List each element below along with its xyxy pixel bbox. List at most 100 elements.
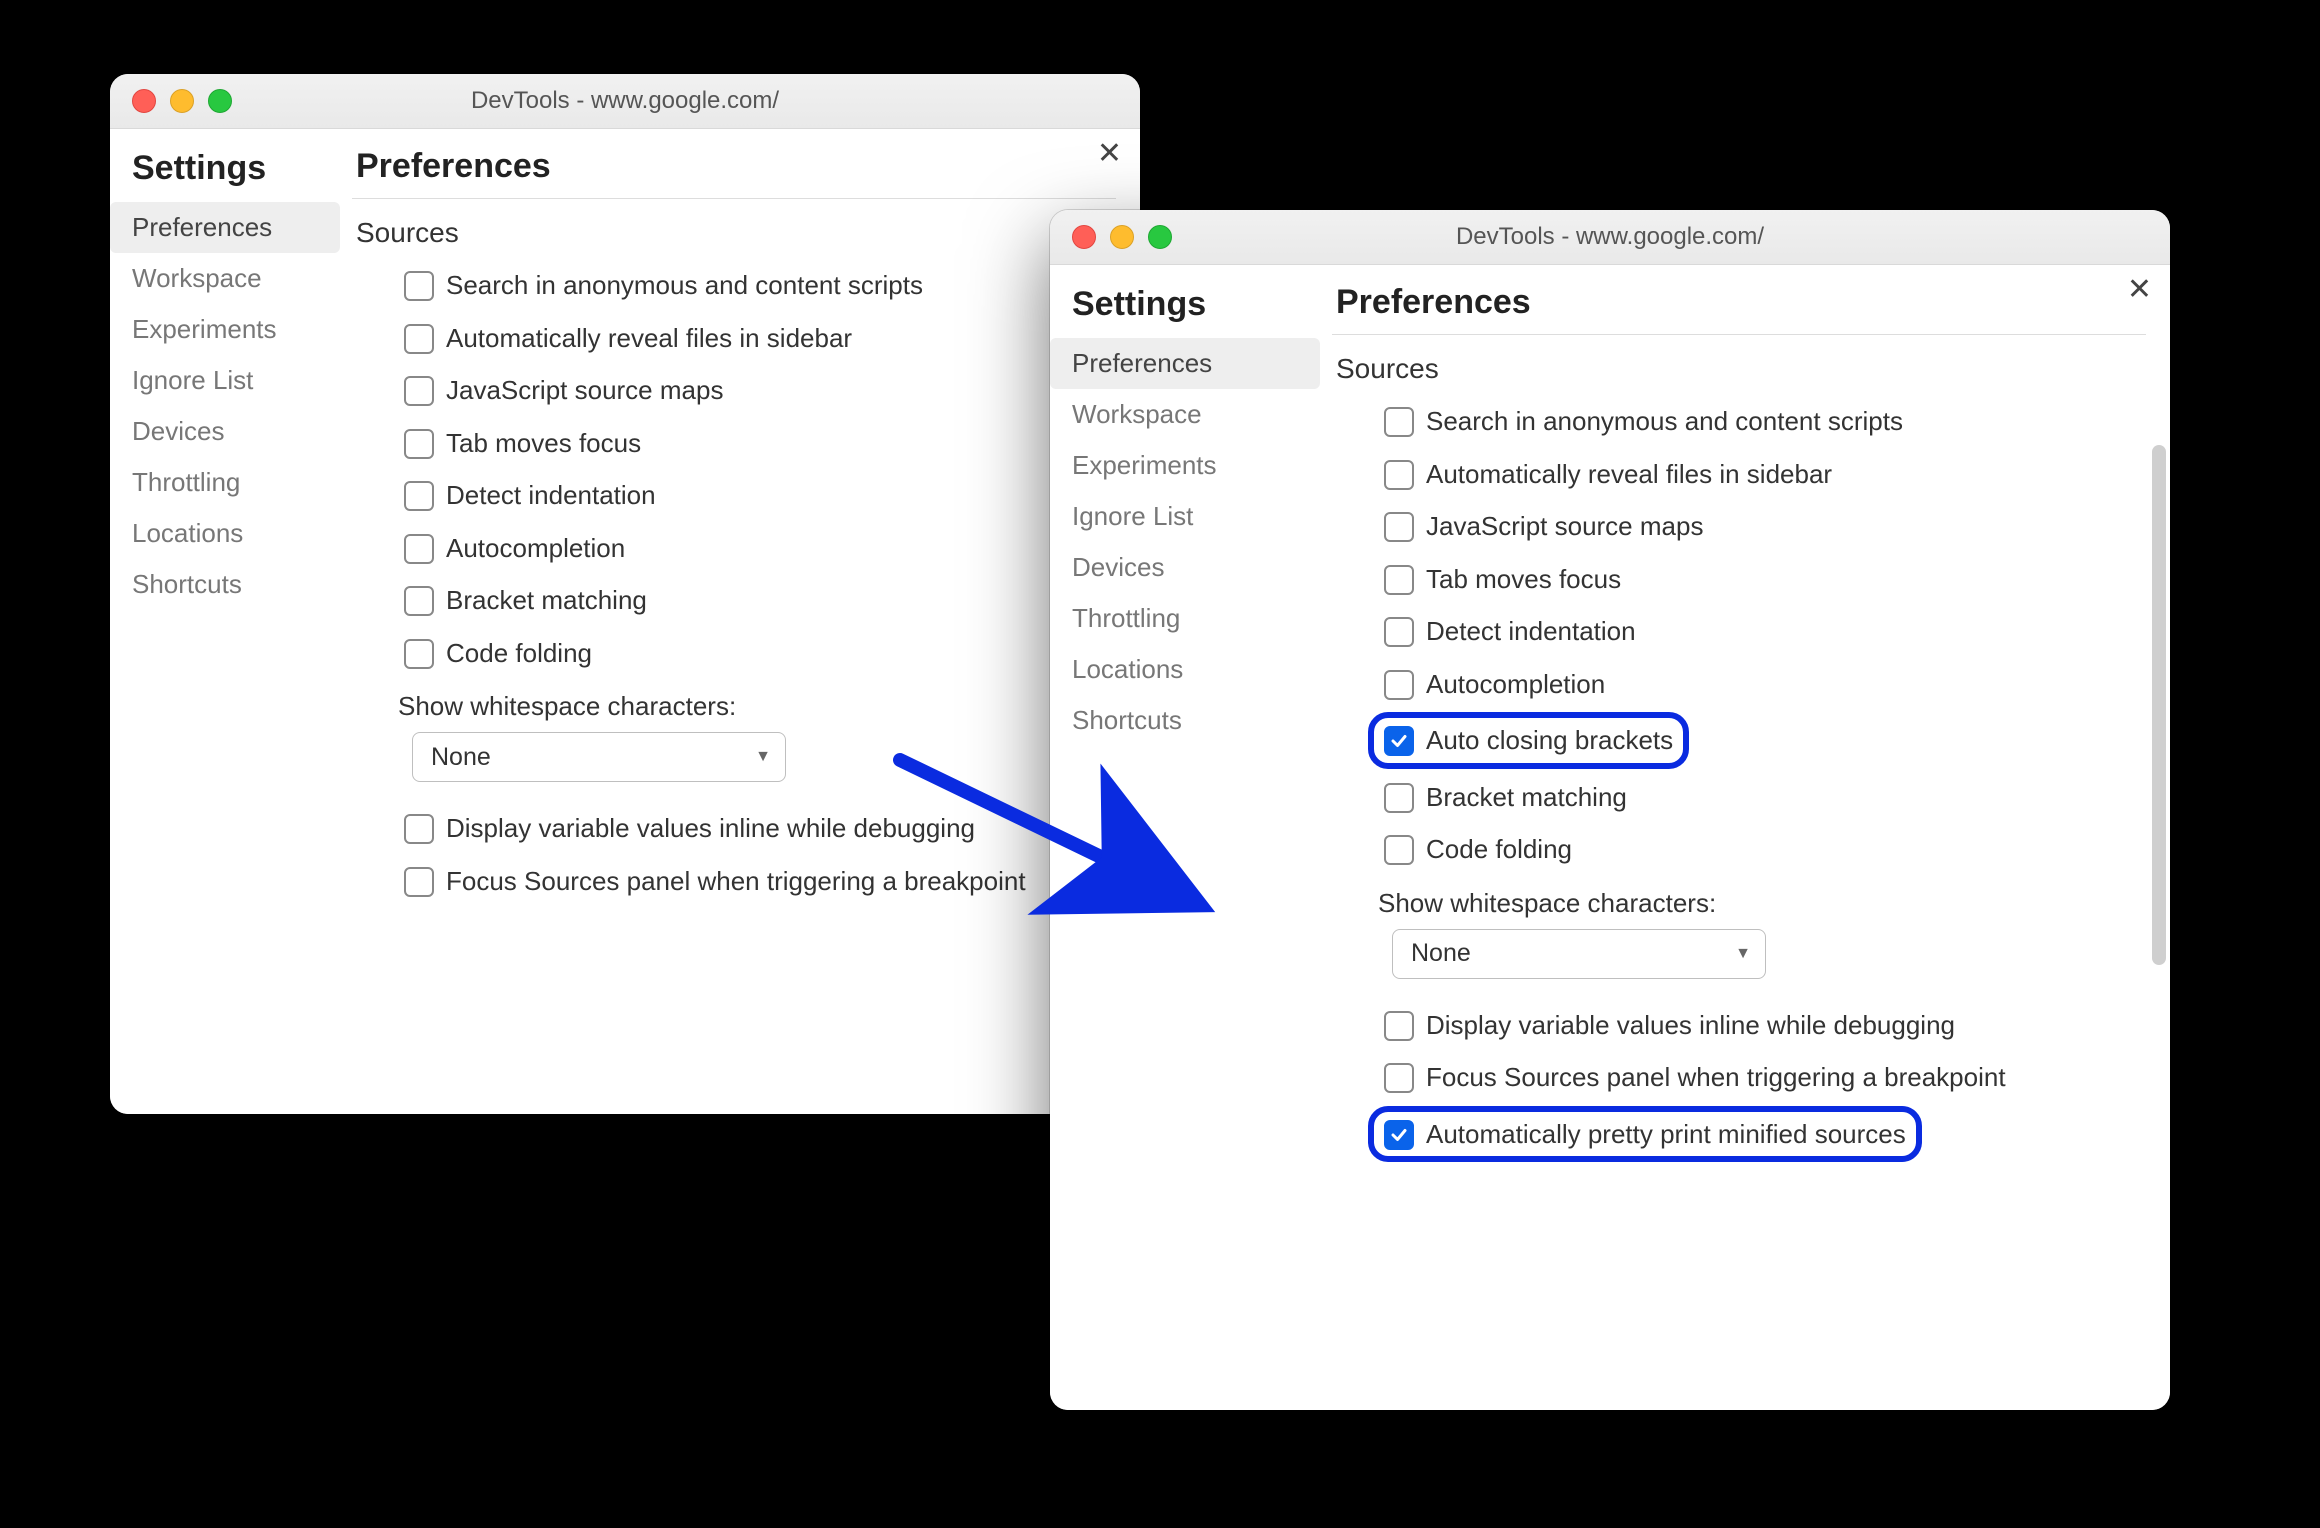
checkbox[interactable] (1384, 1011, 1414, 1041)
checkbox[interactable] (1384, 565, 1414, 595)
checkbox[interactable] (404, 867, 434, 897)
sidebar-item-locations[interactable]: Locations (110, 508, 340, 559)
checkbox-label: JavaScript source maps (1426, 510, 1703, 543)
close-icon[interactable] (132, 89, 156, 113)
checkbox-option[interactable]: Bracket matching (398, 574, 1116, 627)
close-icon[interactable] (1072, 225, 1096, 249)
chevron-down-icon: ▼ (1735, 945, 1751, 963)
checkbox-label: Autocompletion (446, 532, 625, 565)
sidebar-item-experiments[interactable]: Experiments (110, 304, 340, 355)
checkbox-option[interactable]: Search in anonymous and content scripts (398, 259, 1116, 312)
checkbox[interactable] (1384, 407, 1414, 437)
stage: DevTools - www.google.com/ ✕ Settings Pr… (0, 0, 2320, 1528)
checkbox-option[interactable]: Bracket matching (1378, 771, 2146, 824)
zoom-icon[interactable] (1148, 225, 1172, 249)
checkbox-option[interactable]: Detect indentation (1378, 605, 2146, 658)
checkbox[interactable] (1384, 1063, 1414, 1093)
scrollbar[interactable] (2152, 445, 2166, 965)
checkbox[interactable] (404, 376, 434, 406)
minimize-icon[interactable] (1110, 225, 1134, 249)
checkbox-option[interactable]: JavaScript source maps (398, 364, 1116, 417)
checkbox-label: Focus Sources panel when triggering a br… (1426, 1061, 2006, 1094)
checkbox-option[interactable]: Automatically reveal files in sidebar (1378, 448, 2146, 501)
sidebar-item-workspace[interactable]: Workspace (110, 253, 340, 304)
sidebar-item-throttling[interactable]: Throttling (1050, 593, 1320, 644)
checkbox-label: Bracket matching (446, 584, 647, 617)
content: ✕ Settings PreferencesWorkspaceExperimen… (1050, 265, 2170, 1410)
checkbox[interactable] (404, 429, 434, 459)
options-list: Search in anonymous and content scripts A… (352, 259, 1116, 679)
checkbox[interactable] (404, 324, 434, 354)
whitespace-select[interactable]: None ▼ (1392, 929, 1766, 979)
checkbox[interactable] (1384, 460, 1414, 490)
checkbox[interactable] (1384, 726, 1414, 756)
titlebar: DevTools - www.google.com/ (1050, 210, 2170, 265)
sidebar-item-preferences[interactable]: Preferences (110, 202, 340, 253)
checkbox-option[interactable]: Tab moves focus (1378, 553, 2146, 606)
checkbox-option[interactable]: Tab moves focus (398, 417, 1116, 470)
checkbox[interactable] (404, 271, 434, 301)
checkbox-label: Search in anonymous and content scripts (1426, 405, 1903, 438)
checkbox-label: Automatically pretty print minified sour… (1426, 1118, 1906, 1151)
sidebar-title: Settings (110, 145, 340, 202)
settings-sidebar: Settings PreferencesWorkspaceExperiments… (1050, 265, 1320, 1410)
checkbox-option[interactable]: Display variable values inline while deb… (1378, 999, 2146, 1052)
checkbox-option[interactable]: Focus Sources panel when triggering a br… (398, 855, 1116, 908)
checkbox-label: Display variable values inline while deb… (446, 812, 975, 845)
checkbox-option[interactable]: Automatically pretty print minified sour… (1368, 1106, 1922, 1163)
checkbox-option[interactable]: Detect indentation (398, 469, 1116, 522)
sidebar-item-workspace[interactable]: Workspace (1050, 389, 1320, 440)
chevron-down-icon: ▼ (755, 748, 771, 766)
whitespace-value: None (1411, 939, 1471, 968)
checkbox-option[interactable]: Automatically reveal files in sidebar (398, 312, 1116, 365)
checkbox[interactable] (1384, 783, 1414, 813)
checkbox-label: JavaScript source maps (446, 374, 723, 407)
whitespace-select[interactable]: None ▼ (412, 732, 786, 782)
sidebar-item-devices[interactable]: Devices (1050, 542, 1320, 593)
checkbox-option[interactable]: JavaScript source maps (1378, 500, 2146, 553)
checkbox-label: Detect indentation (1426, 615, 1636, 648)
checkbox-option[interactable]: Autocompletion (1378, 658, 2146, 711)
zoom-icon[interactable] (208, 89, 232, 113)
trailing-options-list: Display variable values inline while deb… (1332, 979, 2146, 1163)
sidebar-item-shortcuts[interactable]: Shortcuts (1050, 695, 1320, 746)
checkbox[interactable] (404, 814, 434, 844)
settings-main: Preferences Sources Search in anonymous … (340, 129, 1140, 1114)
whitespace-label: Show whitespace characters: (352, 679, 1116, 732)
checkbox[interactable] (1384, 617, 1414, 647)
checkbox[interactable] (1384, 1120, 1414, 1150)
checkbox-option[interactable]: Autocompletion (398, 522, 1116, 575)
checkbox[interactable] (404, 586, 434, 616)
checkbox-label: Display variable values inline while deb… (1426, 1009, 1955, 1042)
sidebar-item-ignore-list[interactable]: Ignore List (110, 355, 340, 406)
sidebar-item-shortcuts[interactable]: Shortcuts (110, 559, 340, 610)
checkbox-option[interactable]: Focus Sources panel when triggering a br… (1378, 1051, 2146, 1104)
content: ✕ Settings PreferencesWorkspaceExperimen… (110, 129, 1140, 1114)
checkbox[interactable] (1384, 512, 1414, 542)
sidebar-item-locations[interactable]: Locations (1050, 644, 1320, 695)
checkbox-label: Tab moves focus (1426, 563, 1621, 596)
close-panel-icon[interactable]: ✕ (1097, 139, 1122, 169)
close-panel-icon[interactable]: ✕ (2127, 275, 2152, 305)
checkbox[interactable] (404, 481, 434, 511)
checkbox[interactable] (1384, 835, 1414, 865)
checkbox-label: Code folding (1426, 833, 1572, 866)
sidebar-item-experiments[interactable]: Experiments (1050, 440, 1320, 491)
checkbox-option[interactable]: Code folding (398, 627, 1116, 680)
minimize-icon[interactable] (170, 89, 194, 113)
sidebar-item-preferences[interactable]: Preferences (1050, 338, 1320, 389)
checkbox-option[interactable]: Display variable values inline while deb… (398, 802, 1116, 855)
checkbox[interactable] (1384, 670, 1414, 700)
checkbox[interactable] (404, 534, 434, 564)
checkbox-label: Automatically reveal files in sidebar (446, 322, 852, 355)
sidebar-item-throttling[interactable]: Throttling (110, 457, 340, 508)
checkbox-option[interactable]: Search in anonymous and content scripts (1378, 395, 2146, 448)
sidebar-item-ignore-list[interactable]: Ignore List (1050, 491, 1320, 542)
checkbox-option[interactable]: Code folding (1378, 823, 2146, 876)
options-list: Search in anonymous and content scripts A… (1332, 395, 2146, 876)
sidebar-item-devices[interactable]: Devices (110, 406, 340, 457)
traffic-lights (1050, 225, 1172, 249)
checkbox-option[interactable]: Auto closing brackets (1368, 712, 1689, 769)
checkbox[interactable] (404, 639, 434, 669)
checkbox-label: Autocompletion (1426, 668, 1605, 701)
